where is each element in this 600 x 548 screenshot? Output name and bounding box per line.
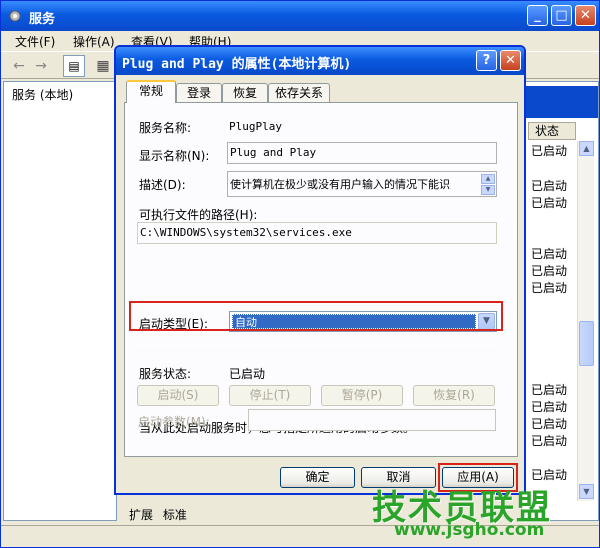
status-cell: 已启动 <box>531 417 568 431</box>
scroll-up-arrow-icon[interactable]: ▲ <box>481 174 495 184</box>
tab-extended[interactable]: 扩展 <box>129 508 153 522</box>
properties-dialog: Plug and Play 的属性(本地计算机) ? ✕ 常规 登录 恢复 依存… <box>114 45 526 495</box>
tab-standard[interactable]: 标准 <box>163 508 187 522</box>
back-arrow-icon[interactable]: ← <box>11 58 27 74</box>
service-name-value: PlugPlay <box>229 120 282 133</box>
services-window-title: 服务 <box>29 12 56 27</box>
status-cell: 已启动 <box>531 264 568 278</box>
service-status-value: 已启动 <box>229 367 266 381</box>
description-label: 描述(D): <box>139 178 186 192</box>
display-name-value: Plug and Play <box>230 146 317 159</box>
exe-path-value: C:\WINDOWS\system32\services.exe <box>140 226 352 239</box>
vertical-scrollbar[interactable]: ▲ ▼ <box>577 141 594 501</box>
minimize-button[interactable]: _ <box>527 5 548 26</box>
header-band <box>522 86 598 118</box>
menu-action[interactable]: 操作(A) <box>73 33 115 50</box>
help-button[interactable]: ? <box>476 50 497 71</box>
close-button[interactable]: ✕ <box>575 5 596 26</box>
dialog-close-button[interactable]: ✕ <box>500 50 521 71</box>
description-value: 使计算机在极少或没有用户输入的情况下能识 <box>230 178 450 191</box>
forward-arrow-icon[interactable]: → <box>33 58 49 74</box>
maximize-button[interactable]: □ <box>551 5 572 26</box>
service-status-label: 服务状态: <box>139 367 192 381</box>
tree-node-services-local[interactable]: 服务 (本地) <box>12 86 73 103</box>
scroll-down-arrow-icon[interactable]: ▼ <box>481 185 495 195</box>
status-cell: 已启动 <box>531 247 568 261</box>
dialog-title: Plug and Play 的属性(本地计算机) <box>122 57 352 72</box>
view-tabs: 扩展 标准 <box>129 506 249 524</box>
status-cell: 已启动 <box>531 196 568 210</box>
display-name-label: 显示名称(N): <box>139 149 210 163</box>
status-cell: 已启动 <box>531 383 568 397</box>
start-params-input[interactable] <box>248 409 496 431</box>
scroll-thumb[interactable] <box>579 321 594 366</box>
start-params-label: 启动参数(M): <box>138 415 210 429</box>
scroll-up-arrow-icon[interactable]: ▲ <box>579 141 594 156</box>
status-cell: 已启动 <box>531 400 568 414</box>
show-tree-icon[interactable]: ▤ <box>63 55 85 77</box>
service-name-label: 服务名称: <box>139 121 192 135</box>
services-title-bar[interactable]: 服务 _ □ ✕ <box>1 1 599 31</box>
status-cell: 已启动 <box>531 281 568 295</box>
menu-file[interactable]: 文件(F) <box>15 33 55 50</box>
tree-pane: 服务 (本地) <box>3 81 117 521</box>
ok-button[interactable]: 确定 <box>280 467 355 488</box>
tab-dependencies[interactable]: 依存关系 <box>268 83 330 103</box>
scroll-down-arrow-icon[interactable]: ▼ <box>579 484 594 499</box>
status-cell: 已启动 <box>531 144 568 158</box>
description-field[interactable]: 使计算机在极少或没有用户输入的情况下能识 ▲ ▼ <box>227 171 497 197</box>
tab-logon[interactable]: 登录 <box>176 83 222 103</box>
dialog-title-bar[interactable]: Plug and Play 的属性(本地计算机) ? ✕ <box>116 47 524 75</box>
properties-icon[interactable]: ▦ <box>95 58 111 74</box>
highlight-startup-type <box>129 301 503 331</box>
display-name-field[interactable]: Plug and Play <box>227 142 497 164</box>
exe-path-field: C:\WINDOWS\system32\services.exe <box>137 222 497 244</box>
status-column-header[interactable]: 状态 <box>528 122 576 140</box>
divider <box>137 345 497 346</box>
status-cell: 已启动 <box>531 179 568 193</box>
gear-icon <box>9 10 21 22</box>
exe-path-label: 可执行文件的路径(H): <box>139 208 258 222</box>
status-cell: 已启动 <box>531 434 568 448</box>
start-params-section: 启动参数(M): <box>124 387 518 457</box>
tab-general[interactable]: 常规 <box>126 80 176 103</box>
tab-recovery[interactable]: 恢复 <box>222 83 268 103</box>
watermark-url: www.jsgho.com <box>394 520 545 540</box>
